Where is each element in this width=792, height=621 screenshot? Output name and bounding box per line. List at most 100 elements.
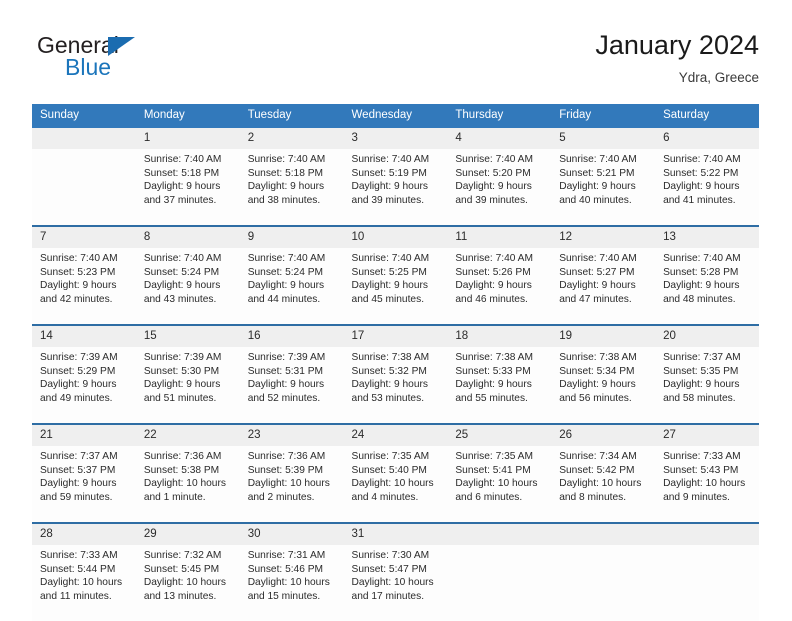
daylight-line-2: and 52 minutes. (247, 392, 321, 404)
day-cell[interactable]: Sunrise: 7:40 AM Sunset: 5:22 PM Daylight:… (655, 149, 759, 225)
day-number[interactable]: 29 (135, 524, 240, 545)
daylight-line-1: Daylight: 9 hours (247, 280, 325, 292)
sunset-line: Sunset: 5:38 PM (143, 464, 220, 476)
daylight-line-2: and 6 minutes. (455, 491, 523, 503)
day-number[interactable]: 11 (447, 227, 552, 248)
daylight-line-2: and 39 minutes. (455, 194, 528, 206)
daylight-line-1: Daylight: 9 hours (559, 181, 636, 193)
title-block: January 2024 Ydra, Greece (595, 28, 759, 89)
day-cell[interactable]: Sunrise: 7:37 AM Sunset: 5:37 PM Daylight:… (32, 446, 136, 522)
weekday-header-tuesday: Tuesday (239, 104, 344, 126)
day-cell[interactable]: Sunrise: 7:40 AM Sunset: 5:19 PM Daylight:… (343, 149, 448, 225)
day-number[interactable]: 2 (239, 128, 344, 149)
daylight-line-1: Daylight: 9 hours (143, 379, 221, 391)
day-cell[interactable]: Sunrise: 7:40 AM Sunset: 5:28 PM Daylight:… (655, 248, 759, 324)
day-cell[interactable]: Sunrise: 7:35 AM Sunset: 5:41 PM Daylight:… (447, 446, 552, 522)
day-cell[interactable]: Sunrise: 7:40 AM Sunset: 5:24 PM Daylight:… (135, 248, 240, 324)
day-number[interactable]: 26 (551, 425, 656, 446)
day-number-empty (32, 128, 136, 149)
day-number[interactable]: 17 (343, 326, 448, 347)
day-cell[interactable]: Sunrise: 7:40 AM Sunset: 5:23 PM Daylight:… (32, 248, 136, 324)
day-cell[interactable]: Sunrise: 7:39 AM Sunset: 5:29 PM Daylight:… (32, 347, 136, 423)
day-number[interactable]: 30 (239, 524, 344, 545)
day-cell[interactable]: Sunrise: 7:32 AM Sunset: 5:45 PM Daylight:… (135, 545, 240, 621)
sunset-line: Sunset: 5:24 PM (247, 266, 324, 278)
daylight-line-1: Daylight: 9 hours (40, 478, 117, 490)
day-number[interactable]: 19 (551, 326, 656, 347)
page-subtitle: Ydra, Greece (678, 70, 759, 85)
day-number[interactable]: 31 (343, 524, 448, 545)
day-number[interactable]: 24 (343, 425, 448, 446)
daylight-line-2: and 41 minutes. (663, 194, 736, 206)
day-cell[interactable]: Sunrise: 7:37 AM Sunset: 5:35 PM Daylight:… (655, 347, 759, 423)
daylight-line-1: Daylight: 9 hours (663, 379, 740, 391)
daylight-line-2: and 43 minutes. (143, 293, 217, 305)
day-number[interactable]: 21 (32, 425, 136, 446)
day-cell[interactable]: Sunrise: 7:35 AM Sunset: 5:40 PM Daylight:… (343, 446, 448, 522)
day-number[interactable]: 16 (239, 326, 344, 347)
day-cell-empty (551, 545, 656, 621)
sunrise-line: Sunrise: 7:40 AM (143, 253, 222, 264)
sunrise-line: Sunrise: 7:40 AM (663, 253, 741, 264)
day-cell[interactable]: Sunrise: 7:38 AM Sunset: 5:33 PM Daylight:… (447, 347, 552, 423)
day-cell[interactable]: Sunrise: 7:40 AM Sunset: 5:18 PM Daylight:… (239, 149, 344, 225)
day-cell[interactable]: Sunrise: 7:38 AM Sunset: 5:32 PM Daylight:… (343, 347, 448, 423)
day-number[interactable]: 28 (32, 524, 136, 545)
sunrise-line: Sunrise: 7:38 AM (455, 352, 533, 363)
day-number[interactable]: 25 (447, 425, 552, 446)
day-number[interactable]: 1 (135, 128, 240, 149)
day-number[interactable]: 12 (551, 227, 656, 248)
day-number[interactable]: 5 (551, 128, 656, 149)
day-cell-empty (32, 149, 136, 225)
daylight-line-1: Daylight: 9 hours (351, 379, 428, 391)
day-cell[interactable]: Sunrise: 7:40 AM Sunset: 5:27 PM Daylight:… (551, 248, 656, 324)
daylight-line-1: Daylight: 9 hours (40, 379, 117, 391)
day-cell[interactable]: Sunrise: 7:38 AM Sunset: 5:34 PM Daylight:… (551, 347, 656, 423)
day-cell[interactable]: Sunrise: 7:33 AM Sunset: 5:43 PM Daylight:… (655, 446, 759, 522)
day-cell[interactable]: Sunrise: 7:40 AM Sunset: 5:25 PM Daylight:… (343, 248, 448, 324)
day-cell[interactable]: Sunrise: 7:39 AM Sunset: 5:31 PM Daylight:… (239, 347, 344, 423)
day-number[interactable]: 22 (135, 425, 240, 446)
day-number[interactable]: 4 (447, 128, 552, 149)
day-cell[interactable]: Sunrise: 7:31 AM Sunset: 5:46 PM Daylight:… (239, 545, 344, 621)
day-number[interactable]: 10 (343, 227, 448, 248)
day-number[interactable]: 15 (135, 326, 240, 347)
day-cell[interactable]: Sunrise: 7:36 AM Sunset: 5:38 PM Daylight:… (135, 446, 240, 522)
day-cell[interactable]: Sunrise: 7:39 AM Sunset: 5:30 PM Daylight:… (135, 347, 240, 423)
sunset-line: Sunset: 5:23 PM (40, 266, 116, 278)
sunset-line: Sunset: 5:32 PM (351, 365, 427, 377)
day-number[interactable]: 20 (655, 326, 759, 347)
day-number[interactable]: 7 (32, 227, 136, 248)
day-cell[interactable]: Sunrise: 7:40 AM Sunset: 5:26 PM Daylight:… (447, 248, 552, 324)
day-number-row: 28 29 30 31 (32, 524, 759, 545)
day-cell[interactable]: Sunrise: 7:36 AM Sunset: 5:39 PM Daylight:… (239, 446, 344, 522)
daylight-line-2: and 38 minutes. (247, 194, 321, 206)
day-cell[interactable]: Sunrise: 7:30 AM Sunset: 5:47 PM Daylight:… (343, 545, 448, 621)
day-number[interactable]: 23 (239, 425, 344, 446)
sunrise-line: Sunrise: 7:36 AM (247, 451, 326, 462)
sunrise-line: Sunrise: 7:40 AM (247, 154, 326, 165)
day-number[interactable]: 18 (447, 326, 552, 347)
day-number[interactable]: 13 (655, 227, 759, 248)
calendar-body: 1 2 3 4 5 6 Sunrise: 7:40 AM Sunset: 5:18 PM Day… (32, 126, 759, 621)
sunset-line: Sunset: 5:19 PM (351, 167, 427, 179)
day-number[interactable]: 3 (343, 128, 448, 149)
sunset-line: Sunset: 5:42 PM (559, 464, 635, 476)
day-number[interactable]: 14 (32, 326, 136, 347)
day-number[interactable]: 8 (135, 227, 240, 248)
sunrise-line: Sunrise: 7:40 AM (351, 154, 430, 165)
day-number[interactable]: 27 (655, 425, 759, 446)
day-number[interactable]: 9 (239, 227, 344, 248)
day-cell[interactable]: Sunrise: 7:40 AM Sunset: 5:21 PM Daylight:… (551, 149, 656, 225)
day-cell[interactable]: Sunrise: 7:40 AM Sunset: 5:18 PM Daylight:… (135, 149, 240, 225)
day-cell[interactable]: Sunrise: 7:34 AM Sunset: 5:42 PM Daylight:… (551, 446, 656, 522)
day-number[interactable]: 6 (655, 128, 759, 149)
daylight-line-1: Daylight: 10 hours (40, 577, 123, 589)
day-cell[interactable]: Sunrise: 7:33 AM Sunset: 5:44 PM Daylight:… (32, 545, 136, 621)
day-cell[interactable]: Sunrise: 7:40 AM Sunset: 5:24 PM Daylight:… (239, 248, 344, 324)
day-cell-empty (447, 545, 552, 621)
day-cell[interactable]: Sunrise: 7:40 AM Sunset: 5:20 PM Daylight:… (447, 149, 552, 225)
daylight-line-2: and 46 minutes. (455, 293, 528, 305)
sunset-line: Sunset: 5:40 PM (351, 464, 427, 476)
day-number-row: 7 8 9 10 11 12 13 (32, 227, 759, 248)
